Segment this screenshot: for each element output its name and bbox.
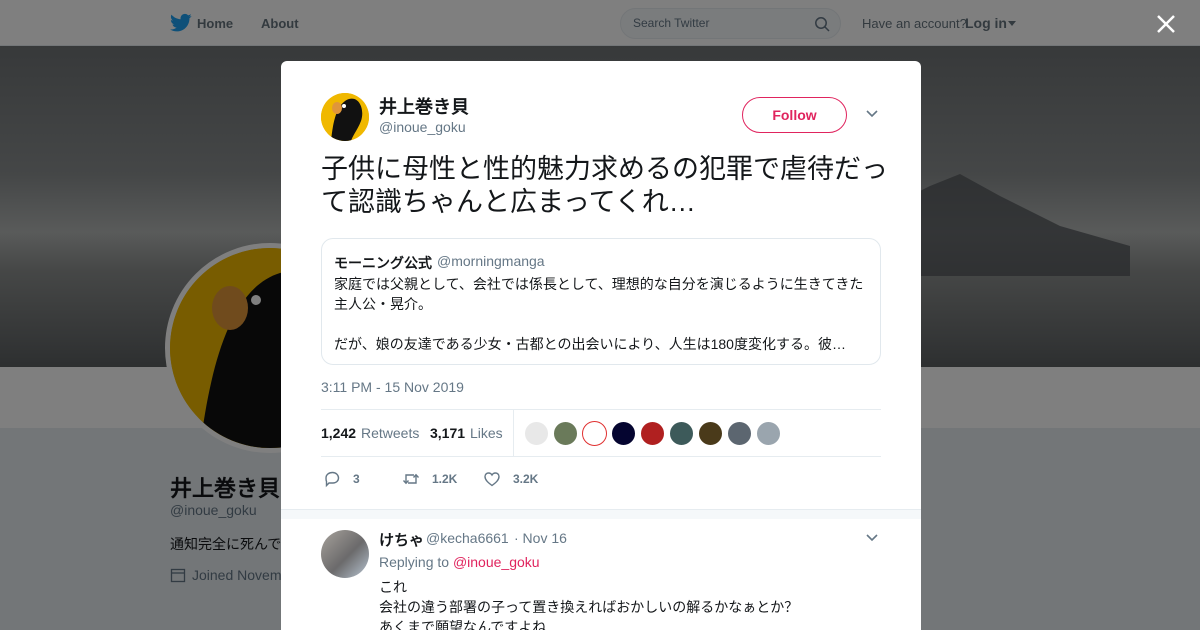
tweet-author-name[interactable]: 井上巻き貝 bbox=[379, 93, 469, 119]
close-icon[interactable] bbox=[1155, 13, 1177, 35]
liker-avatar[interactable] bbox=[611, 421, 636, 446]
reply-author-handle[interactable]: @kecha6661 bbox=[426, 530, 509, 546]
like-count[interactable]: 3,171 bbox=[430, 425, 465, 441]
replying-to: Replying to @inoue_goku bbox=[379, 554, 540, 570]
replying-mention-link[interactable]: @inoue_goku bbox=[453, 554, 540, 570]
liker-avatar[interactable] bbox=[698, 421, 723, 446]
tweet-author-avatar[interactable] bbox=[321, 93, 369, 141]
reply-author-name[interactable]: けちゃ bbox=[379, 529, 424, 550]
liker-avatar[interactable] bbox=[640, 421, 665, 446]
liker-avatar[interactable] bbox=[524, 421, 549, 446]
quoted-text-line: 家庭では父親として、会社では係長として、理想的な自分を演じるように生きてきた主人… bbox=[334, 276, 864, 312]
penguin-icon bbox=[321, 93, 369, 141]
chevron-down-icon[interactable] bbox=[866, 110, 878, 118]
heart-icon[interactable] bbox=[483, 470, 501, 488]
replying-prefix: Replying to bbox=[379, 554, 450, 570]
retweet-icon[interactable] bbox=[402, 470, 420, 488]
like-label[interactable]: Likes bbox=[470, 425, 503, 441]
tweet-text: 子供に母性と性的魅力求めるの犯罪で虐待だって認識ちゃんと広まってくれ… bbox=[321, 154, 888, 217]
quoted-author-name: モーニング公式 bbox=[334, 255, 432, 271]
reply-date[interactable]: · Nov 16 bbox=[514, 530, 567, 546]
tweet-author-handle[interactable]: @inoue_goku bbox=[379, 119, 466, 135]
reply-tweet[interactable]: けちゃ @kecha6661 · Nov 16 Replying to @ino… bbox=[281, 519, 921, 630]
reply-text-line: これ bbox=[379, 579, 407, 595]
liker-avatar[interactable] bbox=[756, 421, 781, 446]
retweet-count[interactable]: 1,242 bbox=[321, 425, 356, 441]
tweet-permalink-modal: 井上巻き貝 @inoue_goku Follow 子供に母性と性的魅力求めるの犯… bbox=[281, 61, 921, 630]
reply-separator bbox=[281, 509, 921, 519]
follow-button[interactable]: Follow bbox=[742, 97, 847, 133]
liker-avatar[interactable] bbox=[582, 421, 607, 446]
reply-count: 3 bbox=[353, 472, 360, 486]
quoted-author-handle: @morningmanga bbox=[437, 253, 545, 269]
tweet-stats: 1,242 Retweets 3,171 Likes bbox=[321, 409, 881, 457]
liker-avatar[interactable] bbox=[727, 421, 752, 446]
reply-author-avatar[interactable] bbox=[321, 530, 369, 578]
reply-text: これ 会社の違う部署の子って置き換えればおかしいの解るかなぁとか？ あくまで願望… bbox=[379, 577, 879, 630]
reply-icon[interactable] bbox=[323, 470, 341, 488]
quoted-text-line: だが、娘の友達である少女・古都との出会いにより、人生は180度変化する。彼… bbox=[334, 336, 846, 352]
chevron-down-icon[interactable] bbox=[866, 534, 878, 542]
retweet-action-count: 1.2K bbox=[432, 472, 458, 486]
tweet-timestamp[interactable]: 3:11 PM - 15 Nov 2019 bbox=[321, 379, 464, 395]
tweet-action-bar: 3 1.2K 3.2K bbox=[321, 466, 881, 490]
quoted-tweet-card[interactable]: モーニング公式 @morningmanga 家庭では父親として、会社では係長とし… bbox=[321, 238, 881, 365]
liker-avatar[interactable] bbox=[669, 421, 694, 446]
quoted-tweet-text: 家庭では父親として、会社では係長として、理想的な自分を演じるように生きてきた主人… bbox=[334, 274, 874, 354]
liker-avatar[interactable] bbox=[553, 421, 578, 446]
retweet-label[interactable]: Retweets bbox=[361, 425, 419, 441]
reply-text-line: 会社の違う部署の子って置き換えればおかしいの解るかなぁとか？ bbox=[379, 599, 799, 615]
like-action-count: 3.2K bbox=[513, 472, 539, 486]
stats-divider bbox=[513, 410, 514, 456]
reply-text-line: あくまで願望なんですよね bbox=[379, 619, 547, 630]
